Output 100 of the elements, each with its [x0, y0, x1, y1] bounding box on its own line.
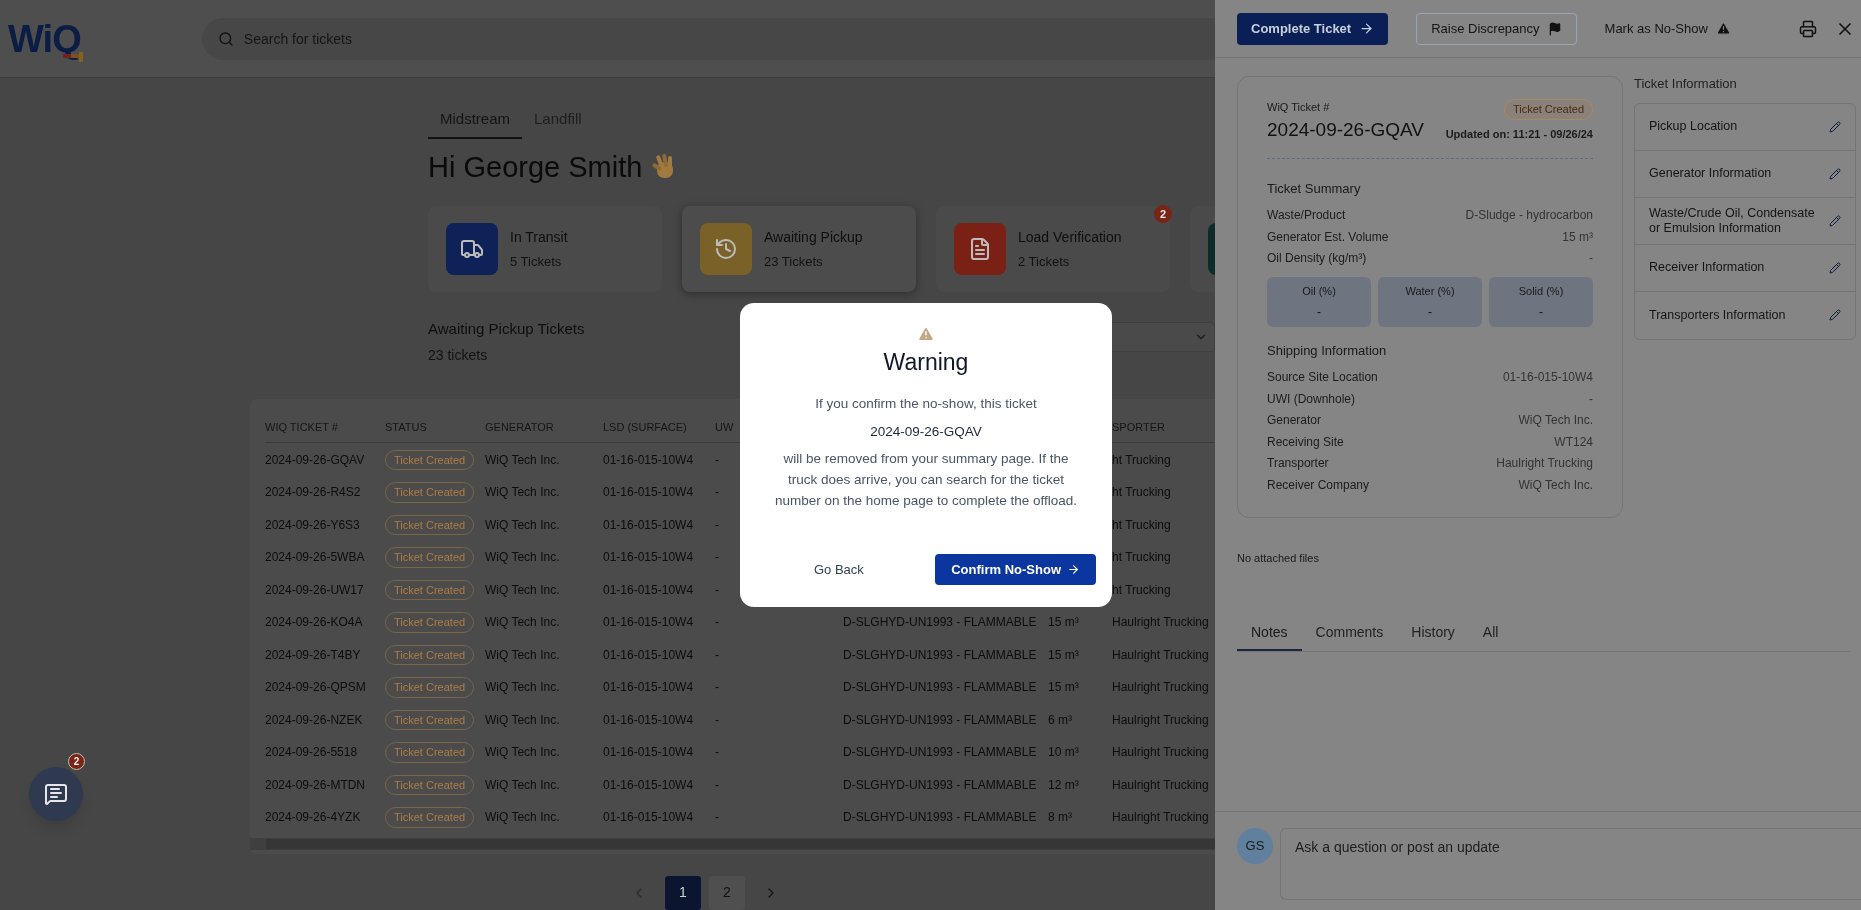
field-label: Generator Est. Volume [1267, 228, 1389, 246]
table-cell: Haulright Trucking [1112, 745, 1209, 760]
field-label: Oil Density (kg/m³) [1267, 250, 1367, 268]
card-title: In Transit [510, 227, 568, 247]
truck-icon [460, 237, 484, 261]
table-cell: - [715, 517, 719, 532]
updated-time: Updated on: 11:21 - 09/26/24 [1445, 126, 1593, 142]
table-cell: WiQ Tech Inc. [485, 485, 560, 500]
table-cell: D-SLGHYD-UN1993 - FLAMMABLE [843, 777, 1037, 792]
table-cell: 15 m³ [1048, 615, 1079, 630]
table-cell: 10 m³ [1048, 745, 1079, 760]
table-cell: Haulright Trucking [1112, 647, 1209, 662]
activity-tab[interactable]: Notes [1237, 621, 1302, 651]
table-cell: 2024-09-26-R4S2 [265, 485, 361, 500]
table-cell: 8 m³ [1048, 810, 1072, 825]
table-cell: ht Trucking [1112, 550, 1171, 565]
info-item[interactable]: Pickup Location [1649, 119, 1819, 134]
field-label: Generator [1267, 412, 1322, 430]
table-cell: WiQ Tech Inc. [485, 745, 560, 760]
table-cell: - [715, 485, 719, 500]
search-icon [217, 30, 234, 47]
field-value: D-Sludge - hydrocarbon [1465, 207, 1593, 225]
field-value: WiQ Tech Inc. [1518, 476, 1593, 494]
field-label: Receiver Company [1267, 476, 1370, 494]
field-value: 01-16-015-10W4 [1502, 369, 1593, 387]
card-title: Load Verification [1018, 227, 1122, 247]
table-cell: D-SLGHYD-UN1993 - FLAMMABLE [843, 680, 1037, 695]
table-cell: - [715, 745, 719, 760]
comment-field[interactable]: Ask a question or post an update [1280, 828, 1861, 900]
field-value: WiQ Tech Inc. [1518, 412, 1593, 430]
edit-icon[interactable] [1829, 309, 1841, 321]
table-cell: 15 m³ [1048, 647, 1079, 662]
count-badge: 2 [1154, 205, 1172, 223]
dialog-text: If you confirm the no-show, this ticket [815, 394, 1037, 413]
no-show-button[interactable]: Mark as No-Show [1604, 12, 1731, 45]
table-cell: WiQ Tech Inc. [485, 680, 560, 695]
table-cell: 01-16-015-10W4 [603, 777, 694, 792]
tile-label: Water (%) [1405, 283, 1455, 299]
horizontal-scrollbar[interactable] [250, 837, 1215, 850]
info-item[interactable]: Generator Information [1649, 166, 1819, 181]
warning-icon [1715, 21, 1731, 36]
files-note: No attached files [1237, 551, 1320, 566]
page-button[interactable]: 1 [665, 875, 701, 910]
activity-tab[interactable]: All [1468, 621, 1513, 651]
activity-tab[interactable]: History [1397, 621, 1469, 651]
table-cell: 01-16-015-10W4 [603, 745, 694, 760]
table-cell: 01-16-015-10W4 [603, 582, 694, 597]
table-cell: 01-16-015-10W4 [603, 517, 694, 532]
table-cell: ht Trucking [1112, 485, 1171, 500]
info-item[interactable]: Waste/Crude Oil, Condensate or Emulsion Information [1649, 205, 1819, 236]
table-cell: WiQ Tech Inc. [485, 615, 560, 630]
table-cell: 01-16-015-10W4 [603, 452, 694, 467]
table-cell: - [715, 712, 719, 727]
table-cell: - [715, 452, 719, 467]
table-cell: 2024-09-26-4YZK [265, 810, 361, 825]
field-value: WT124 [1554, 433, 1593, 451]
table-cell: 6 m³ [1048, 712, 1072, 727]
table-cell: WiQ Tech Inc. [485, 582, 560, 597]
raise-discrepancy-button[interactable]: Raise Discrepancy [1416, 12, 1577, 45]
list-title: Awaiting Pickup Tickets [428, 319, 585, 339]
confirm-button[interactable]: Confirm No-Show [935, 554, 1096, 585]
table-cell: D-SLGHYD-UN1993 - FLAMMABLE [843, 712, 1037, 727]
table-cell: 2024-09-26-Y6S3 [265, 517, 360, 532]
go-back-button[interactable]: Go Back [814, 554, 864, 585]
table-cell: D-SLGHYD-UN1993 - FLAMMABLE [843, 745, 1037, 760]
edit-icon[interactable] [1829, 214, 1841, 227]
ticket-label: WiQ Ticket # [1267, 100, 1331, 115]
edit-icon[interactable] [1829, 167, 1841, 180]
section-title: Shipping Information [1267, 342, 1388, 360]
table-cell: 2024-09-26-QPSM [265, 680, 366, 695]
edit-icon[interactable] [1829, 261, 1841, 274]
table-cell: D-SLGHYD-UN1993 - FLAMMABLE [843, 615, 1037, 630]
complete-ticket-button[interactable]: Complete Ticket [1237, 12, 1389, 45]
info-item[interactable]: Transporters Information [1649, 307, 1819, 323]
edit-icon[interactable] [1829, 120, 1841, 133]
flag-icon [1547, 21, 1562, 36]
activity-tab[interactable]: Comments [1301, 621, 1398, 651]
table-cell: Haulright Trucking [1112, 680, 1209, 695]
table-cell: Haulright Trucking [1112, 810, 1209, 825]
table-cell: Haulright Trucking [1112, 615, 1209, 630]
table-cell: WiQ Tech Inc. [485, 777, 560, 792]
table-cell: 2024-09-26-MTDN [265, 777, 366, 792]
print-icon[interactable] [1799, 19, 1817, 38]
table-cell: WiQ Tech Inc. [485, 550, 560, 565]
arrow-right-icon [1067, 563, 1080, 576]
tile-label: Oil (%) [1302, 283, 1336, 299]
table-cell: ht Trucking [1112, 452, 1171, 467]
ticket-number: 2024-09-26-GQAV [870, 422, 982, 441]
table-cell: 01-16-015-10W4 [603, 712, 694, 727]
table-cell: 2024-09-26-UW17 [265, 582, 364, 597]
info-item[interactable]: Receiver Information [1649, 260, 1819, 275]
warning-icon [917, 325, 935, 343]
table-cell: WiQ Tech Inc. [485, 647, 560, 662]
dialog-title: Warning [883, 348, 969, 377]
table-cell: - [715, 615, 719, 630]
table-cell: 01-16-015-10W4 [603, 485, 694, 500]
section-title: Ticket Summary [1267, 180, 1362, 198]
chat-button[interactable] [29, 767, 83, 821]
table-cell: D-SLGHYD-UN1993 - FLAMMABLE [843, 810, 1037, 825]
summary-card[interactable]: Load Verification 2 Tickets 2 [936, 206, 1170, 292]
